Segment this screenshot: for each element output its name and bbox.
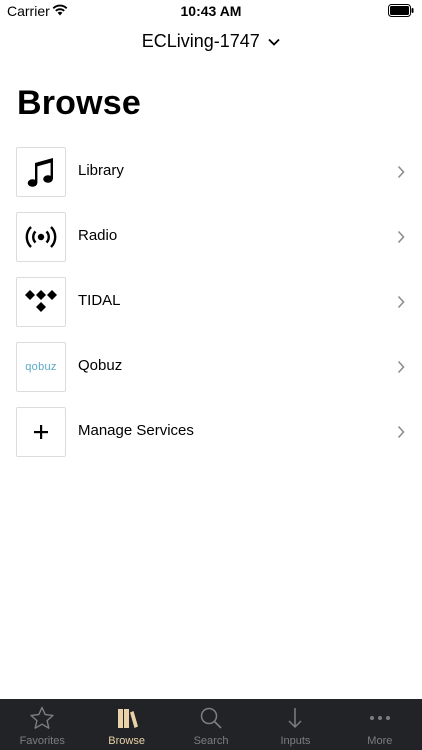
browse-list: Library Radio TIDAL qobuz Qobuz Manage S… — [16, 147, 422, 472]
tab-bar: Favorites Browse Search Inputs More — [0, 699, 422, 750]
tab-label: Search — [193, 735, 229, 747]
tab-inputs[interactable]: Inputs — [253, 699, 337, 750]
tab-favorites[interactable]: Favorites — [0, 699, 84, 750]
tab-label: More — [367, 735, 393, 747]
device-selector[interactable]: ECLiving-1747 — [0, 31, 422, 55]
chevron-right-icon — [397, 165, 405, 179]
page-title: Browse — [17, 84, 142, 122]
tab-label: Browse — [108, 735, 145, 747]
screen: Carrier 10:43 AM ECLiving-1747 Browse Li… — [0, 0, 422, 750]
radio-icon-box — [16, 212, 66, 262]
list-item-radio[interactable]: Radio — [16, 212, 422, 262]
tab-label: Favorites — [19, 735, 65, 747]
list-item-library[interactable]: Library — [16, 147, 422, 197]
books-icon — [117, 709, 138, 728]
star-icon — [30, 706, 54, 729]
radio-broadcast-icon — [25, 226, 57, 248]
qobuz-logo-icon: qobuz — [25, 361, 57, 373]
list-item-label: Qobuz — [78, 357, 123, 374]
manage-services-icon-box — [16, 407, 66, 457]
chevron-right-icon — [397, 425, 405, 439]
tab-browse[interactable]: Browse — [84, 699, 168, 750]
qobuz-icon-box: qobuz — [16, 342, 66, 392]
search-icon — [200, 707, 222, 729]
status-bar: Carrier 10:43 AM — [0, 0, 422, 22]
chevron-right-icon — [397, 360, 405, 374]
clock: 10:43 AM — [180, 3, 242, 19]
tidal-logo-icon — [25, 290, 57, 312]
list-item-label: Radio — [78, 227, 118, 244]
tab-search[interactable]: Search — [169, 699, 253, 750]
library-icon-box — [16, 147, 66, 197]
list-item-manage-services[interactable]: Manage Services — [16, 407, 422, 457]
music-note-icon — [27, 158, 53, 187]
list-item-tidal[interactable]: TIDAL — [16, 277, 422, 327]
chevron-right-icon — [397, 295, 405, 309]
ellipsis-icon — [369, 716, 390, 720]
list-item-label: TIDAL — [78, 292, 121, 309]
chevron-down-icon — [268, 38, 280, 46]
plus-icon — [34, 425, 48, 439]
list-item-qobuz[interactable]: qobuz Qobuz — [16, 342, 422, 392]
chevron-right-icon — [397, 230, 405, 244]
list-item-label: Library — [78, 162, 124, 179]
arrow-down-icon — [288, 708, 302, 729]
device-name: ECLiving-1747 — [141, 31, 260, 51]
battery-icon — [388, 4, 414, 17]
tab-label: Inputs — [280, 735, 311, 747]
tidal-icon-box — [16, 277, 66, 327]
list-item-label: Manage Services — [78, 422, 194, 439]
tab-more[interactable]: More — [338, 699, 422, 750]
